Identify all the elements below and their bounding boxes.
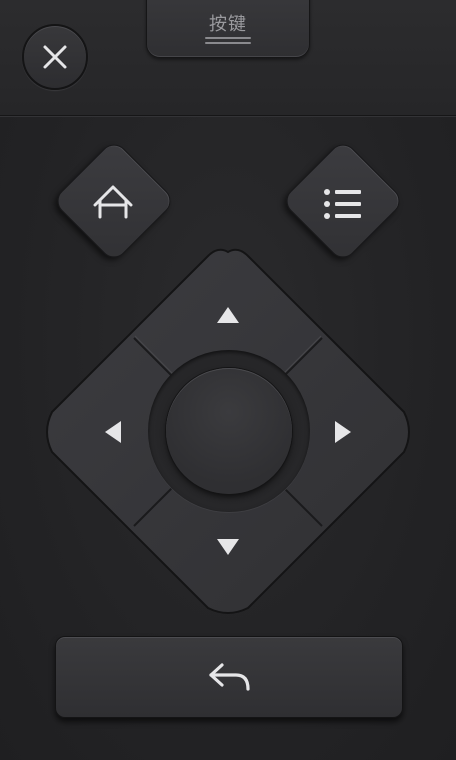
close-button[interactable] — [22, 24, 88, 90]
back-button[interactable] — [55, 636, 403, 718]
close-icon — [43, 45, 67, 69]
tab-handle — [205, 37, 251, 39]
arrow-right-icon — [335, 421, 351, 443]
arrow-up-icon — [217, 307, 239, 323]
header-bar: 按键 — [0, 0, 456, 116]
remote-control-screen: 按键 — [0, 0, 456, 760]
tab-keys-label: 按键 — [209, 14, 247, 35]
menu-list-icon — [324, 189, 361, 219]
tab-keys[interactable]: 按键 — [146, 0, 310, 58]
tab-handle — [205, 42, 251, 44]
home-icon — [93, 185, 133, 219]
back-arrow-icon — [209, 663, 250, 691]
arrow-down-icon — [217, 539, 239, 555]
arrow-left-icon — [105, 421, 121, 443]
dpad — [42, 246, 414, 618]
ok-button[interactable] — [166, 368, 292, 494]
